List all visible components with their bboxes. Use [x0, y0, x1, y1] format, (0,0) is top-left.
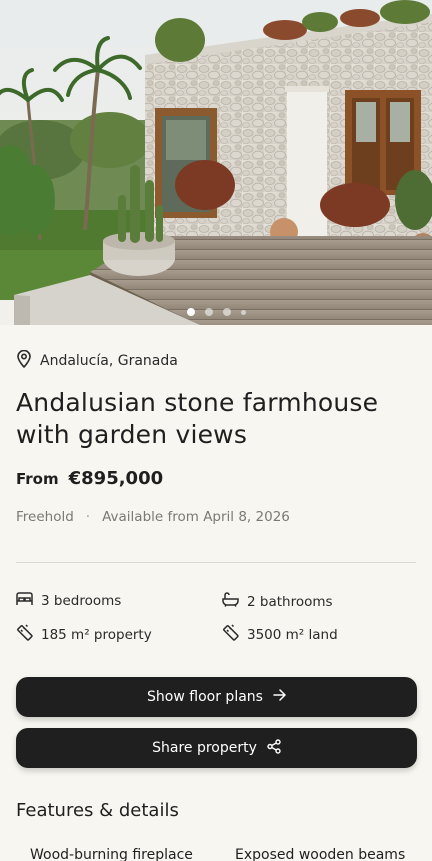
spec-property-size-label: 185 m² property	[41, 626, 152, 643]
show-floor-plans-label: Show floor plans	[147, 689, 263, 705]
location-row: Andalucía, Granada	[16, 349, 178, 372]
spec-property-size: 185 m² property	[16, 624, 152, 645]
availability-text: Available from April 8, 2026	[102, 509, 290, 525]
spec-land-size-label: 3500 m² land	[247, 626, 338, 643]
ruler-icon	[16, 624, 33, 645]
divider	[16, 562, 416, 563]
ruler-icon	[222, 624, 239, 645]
feature-item: Wood-burning fireplace	[30, 847, 193, 861]
tenure-text: Freehold	[16, 509, 74, 525]
feature-item: Exposed wooden beams	[235, 847, 406, 861]
listing-title: Andalusian stone farmhouse with garden v…	[16, 388, 379, 449]
spec-land-size: 3500 m² land	[222, 624, 338, 645]
location-text: Andalucía, Granada	[40, 353, 178, 369]
price-prefix: From	[16, 470, 59, 488]
show-floor-plans-button[interactable]: Show floor plans	[16, 677, 417, 717]
separator-dot: ·	[85, 509, 91, 525]
spec-bedrooms: 3 bedrooms	[16, 592, 121, 610]
bathtub-icon	[222, 592, 239, 611]
share-property-label: Share property	[152, 740, 257, 756]
carousel-dot[interactable]	[222, 308, 231, 316]
carousel-dot[interactable]	[240, 309, 246, 315]
hero-image-carousel[interactable]	[0, 0, 432, 325]
bed-icon	[16, 592, 33, 610]
price-row: From €895,000	[16, 468, 163, 489]
carousel-dot-active[interactable]	[186, 308, 195, 316]
spec-bathrooms: 2 bathrooms	[222, 592, 333, 611]
carousel-dot[interactable]	[204, 308, 213, 316]
tenure-row: Freehold · Available from April 8, 2026	[16, 509, 290, 525]
share-icon	[267, 738, 281, 758]
features-heading: Features & details	[16, 800, 179, 821]
carousel-pagination	[0, 308, 432, 316]
share-property-button[interactable]: Share property	[16, 728, 417, 768]
map-pin-icon	[16, 349, 32, 372]
price-value: €895,000	[68, 468, 164, 489]
spec-bathrooms-label: 2 bathrooms	[247, 593, 333, 610]
hero-photo	[0, 0, 432, 325]
arrow-right-icon	[273, 689, 286, 705]
spec-bedrooms-label: 3 bedrooms	[41, 593, 122, 609]
